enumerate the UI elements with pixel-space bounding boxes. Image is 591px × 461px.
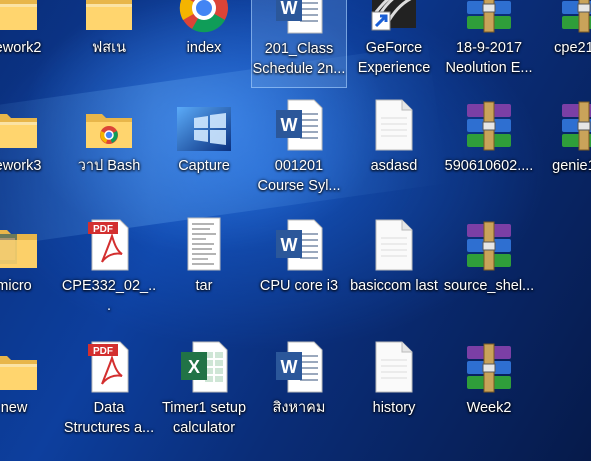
desktop-icon-winrar[interactable]: 590610602.... [441, 96, 537, 206]
textfile-icon [366, 216, 422, 272]
winrar-icon [461, 96, 517, 152]
svg-text:W: W [281, 235, 298, 255]
desktop-icon-word[interactable]: W CPU core i3 [251, 216, 347, 326]
desktop-icon-winrar[interactable]: source_shel... [441, 216, 537, 326]
desktop-icon-image[interactable]: Capture [156, 96, 252, 206]
desktop-icon-label: cpe218... [554, 40, 591, 56]
svg-text:W: W [281, 0, 298, 18]
desktop-icon-winrar[interactable]: Week2 [441, 338, 537, 448]
pdf-icon: PDF [81, 338, 137, 394]
desktop-icon-pdf[interactable]: PDF Data Structures a... [61, 338, 157, 448]
desktop-icon-label: new [0, 400, 28, 416]
folder-icon [0, 0, 42, 34]
desktop-icon-label: asdasd [370, 158, 418, 174]
image-icon [176, 96, 232, 152]
desktop-icon-label: genie18... [552, 158, 591, 174]
folder-icon [0, 96, 42, 152]
winrar-icon [461, 0, 517, 34]
desktop-icon-label: CPU core i3 [259, 278, 339, 294]
word-icon: W [271, 96, 327, 152]
excel-icon: X [176, 338, 232, 394]
desktop-icon-folder-chrome[interactable]: วาป Bash [61, 96, 157, 206]
desktop-icon-label: basiccom last [350, 278, 438, 294]
desktop-icon-winrar[interactable]: 18-9-2017 Neolution E... [441, 0, 537, 88]
desktop-icon-word[interactable]: W สิงหาคม [251, 338, 347, 448]
textfile-icon [366, 338, 422, 394]
pdf-icon: PDF [81, 216, 137, 272]
desktop-icon-label: ฟสเน [92, 40, 126, 56]
desktop-icon-textdoc[interactable]: tar [156, 216, 252, 326]
winrar-icon [461, 216, 517, 272]
desktop-icon-label: 590610602.... [444, 158, 534, 174]
desktop-icon-label: history [372, 400, 416, 416]
word-icon: W [271, 338, 327, 394]
svg-text:X: X [188, 357, 200, 377]
desktop-icon-label: GeForce Experience [357, 40, 431, 76]
svg-text:W: W [281, 357, 298, 377]
geforce-icon [366, 0, 422, 34]
folder-chrome-icon [81, 96, 137, 152]
desktop-icon-word[interactable]: W 201_Class Schedule 2n... [251, 0, 347, 88]
desktop-icon-winrar[interactable]: genie18... [536, 96, 591, 206]
desktop-icon-folder-photo[interactable]: micro [0, 216, 62, 326]
desktop-icon-label: Week2 [466, 400, 512, 416]
svg-text:PDF: PDF [93, 346, 113, 357]
desktop-icon-label: CPE332_02_... [61, 278, 157, 314]
desktop-icon-label: nework3 [0, 158, 42, 174]
textfile-icon [366, 96, 422, 152]
word-icon: W [271, 216, 327, 272]
desktop-icon-label: 201_Class Schedule 2n... [252, 41, 346, 77]
textdoc-icon [176, 216, 232, 272]
desktop-icon-label: 18-9-2017 Neolution E... [445, 40, 533, 76]
desktop-icon-textfile[interactable]: asdasd [346, 96, 442, 206]
svg-text:W: W [281, 115, 298, 135]
desktop-icon-label: สิงหาคม [272, 400, 326, 416]
folder-icon [81, 0, 137, 34]
desktop-icon-pdf[interactable]: PDF CPE332_02_... [61, 216, 157, 326]
desktop-icon-folder[interactable]: nework3 [0, 96, 62, 206]
desktop-icon-textfile[interactable]: basiccom last [346, 216, 442, 326]
desktop-icon-winrar[interactable]: cpe218... [536, 0, 591, 88]
winrar-icon [556, 96, 591, 152]
desktop-icon-label: source_shel... [443, 278, 535, 294]
word-icon: W [271, 0, 327, 35]
desktop-icon-label: Timer1 setup calculator [161, 400, 247, 436]
desktop-icon-label: tar [195, 278, 213, 294]
desktop-icon-label: nework2 [0, 40, 42, 56]
desktop-icon-label: micro [0, 278, 32, 294]
desktop-icon-folder[interactable]: nework2 [0, 0, 62, 88]
desktop-icon-geforce[interactable]: GeForce Experience [346, 0, 442, 88]
desktop-icon-folder[interactable]: ฟสเน [61, 0, 157, 88]
svg-text:PDF: PDF [93, 224, 113, 235]
desktop-icon-excel[interactable]: X Timer1 setup calculator [156, 338, 252, 448]
winrar-icon [556, 0, 591, 34]
desktop-icon-textfile[interactable]: history [346, 338, 442, 448]
winrar-icon [461, 338, 517, 394]
folder-photo-icon [0, 216, 42, 272]
desktop-icon-folder[interactable]: new [0, 338, 62, 448]
folder-icon [0, 338, 42, 394]
desktop-icon-label: Data Structures a... [63, 400, 155, 436]
desktop-icon-chrome[interactable]: index [156, 0, 252, 88]
desktop-icon-word[interactable]: W 001201 Course Syl... [251, 96, 347, 206]
desktop-icon-label: Capture [178, 158, 230, 174]
desktop-icon-label: index [186, 40, 222, 56]
desktop-icon-label: วาป Bash [77, 158, 141, 174]
chrome-icon [176, 0, 232, 34]
desktop-icon-label: 001201 Course Syl... [257, 158, 341, 194]
